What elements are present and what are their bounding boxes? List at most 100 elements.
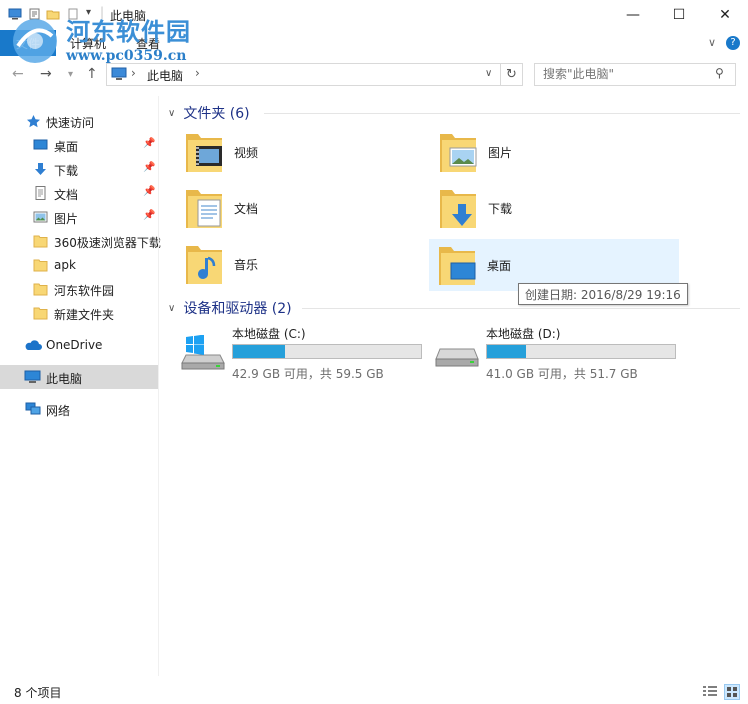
sidebar-label-quick-access: 快速访问 <box>46 116 95 130</box>
folder-label: 视频 <box>234 146 259 160</box>
folder-label: 音乐 <box>234 258 259 272</box>
minimize-button[interactable]: — <box>610 0 656 30</box>
back-button[interactable]: ← <box>12 66 24 82</box>
sidebar-item-documents[interactable]: 文档 📌 <box>0 182 158 204</box>
address-crumb[interactable]: 此电脑 <box>147 67 183 84</box>
folder-label: 桌面 <box>487 259 512 273</box>
folder-tile-pictures[interactable]: 图片 <box>430 126 680 178</box>
address-bar[interactable]: › 此电脑 › ∨ <box>106 63 501 86</box>
title-bar: ▾ | 此电脑 — ☐ ✕ <box>0 0 748 30</box>
forward-button[interactable]: → <box>40 66 52 82</box>
drive-name: 本地磁盘 (C:) <box>232 327 306 341</box>
ribbon-tabs: 文件 计算机 查看 ∨ ? <box>0 30 748 56</box>
music-folder-icon <box>186 246 222 284</box>
download-icon <box>35 163 46 175</box>
network-icon <box>25 402 41 415</box>
search-input[interactable] <box>541 66 715 82</box>
drive-usage-bar <box>232 344 422 359</box>
sidebar-item-folder[interactable]: 河东软件园 <box>0 278 158 300</box>
sidebar-item-pictures[interactable]: 图片 📌 <box>0 206 158 228</box>
drive-name: 本地磁盘 (D:) <box>486 327 561 341</box>
address-dropdown-icon[interactable]: ∨ <box>485 68 492 79</box>
close-button[interactable]: ✕ <box>702 0 748 30</box>
folder-label: 下载 <box>488 202 513 216</box>
properties-icon[interactable] <box>28 8 42 20</box>
sidebar-item-network[interactable]: 网络 <box>0 398 158 420</box>
sidebar-item-downloads[interactable]: 下载 📌 <box>0 158 158 180</box>
sidebar-item-quick-access[interactable]: 快速访问 <box>0 110 158 132</box>
document-small-icon[interactable] <box>66 8 80 20</box>
sidebar-item-desktop[interactable]: 桌面 📌 <box>0 134 158 156</box>
address-separator-trailing[interactable]: › <box>195 66 200 80</box>
sidebar-label: 此电脑 <box>46 372 83 386</box>
new-folder-icon[interactable] <box>46 8 60 20</box>
pin-icon[interactable]: 📌 <box>143 210 155 221</box>
help-icon[interactable]: ? <box>726 36 740 50</box>
folder-tile-documents[interactable]: 文档 <box>176 182 426 234</box>
document-folder-icon <box>186 190 222 228</box>
folders-group-header[interactable]: ∨ 文件夹 (6) <box>168 103 250 123</box>
sidebar-label: OneDrive <box>46 338 103 352</box>
tab-file[interactable]: 文件 <box>0 30 56 56</box>
star-icon <box>27 115 40 128</box>
tab-view[interactable]: 查看 <box>136 35 160 52</box>
folder-tile-downloads[interactable]: 下载 <box>430 182 680 234</box>
sidebar-label: 360极速浏览器下载 <box>54 236 161 250</box>
sidebar-item-folder[interactable]: apk <box>0 254 158 276</box>
picture-folder-icon <box>440 134 477 172</box>
navigation-pane: 快速访问 桌面 📌 下载 📌 文档 📌 图片 📌 360极速浏览器下载 apk … <box>0 96 161 676</box>
pin-icon[interactable]: 📌 <box>143 162 155 173</box>
drive-space: 41.0 GB 可用，共 51.7 GB <box>486 367 638 381</box>
recent-locations-icon[interactable]: ▾ <box>68 69 73 80</box>
sidebar-item-folder[interactable]: 新建文件夹 <box>0 302 158 324</box>
folder-label: 文档 <box>234 202 259 216</box>
drive-space: 42.9 GB 可用，共 59.5 GB <box>232 367 384 381</box>
drive-usage-fill <box>487 345 526 358</box>
drives-group-header[interactable]: ∨ 设备和驱动器 (2) <box>168 298 292 318</box>
search-icon[interactable]: ⚲ <box>715 66 724 80</box>
maximize-button[interactable]: ☐ <box>656 0 702 30</box>
sidebar-item-onedrive[interactable]: OneDrive <box>0 334 158 356</box>
tooltip: 创建日期: 2016/8/29 19:16 <box>518 283 688 305</box>
computer-icon <box>8 8 22 20</box>
folder-icon <box>33 307 48 320</box>
folder-icon <box>33 259 48 272</box>
ribbon-collapse-icon[interactable]: ∨ <box>708 36 716 49</box>
sidebar-label: 河东软件园 <box>54 284 115 298</box>
group-title: 文件夹 (6) <box>183 106 250 122</box>
sidebar-item-this-pc[interactable]: 此电脑 <box>0 365 158 389</box>
pin-icon[interactable]: 📌 <box>143 138 155 149</box>
group-title: 设备和驱动器 (2) <box>183 301 292 317</box>
group-divider <box>302 308 740 309</box>
drive-tile-c[interactable]: 本地磁盘 (C:) 42.9 GB 可用，共 59.5 GB <box>178 325 428 385</box>
title-separator: | <box>100 5 105 19</box>
search-box[interactable]: ⚲ <box>534 63 736 86</box>
video-folder-icon <box>186 134 222 172</box>
address-separator: › <box>131 66 136 80</box>
folder-tile-music[interactable]: 音乐 <box>176 238 426 290</box>
sidebar-item-folder[interactable]: 360极速浏览器下载 <box>0 230 161 252</box>
sidebar-label: 图片 <box>54 212 79 226</box>
chevron-down-icon: ∨ <box>168 302 176 314</box>
pin-icon[interactable]: 📌 <box>143 186 155 197</box>
drive-tile-d[interactable]: 本地磁盘 (D:) 41.0 GB 可用，共 51.7 GB <box>432 325 682 385</box>
desktop-folder-icon <box>439 247 476 285</box>
sidebar-label: 下载 <box>54 164 79 178</box>
sidebar-label: 新建文件夹 <box>54 308 115 322</box>
folder-tile-videos[interactable]: 视频 <box>176 126 426 178</box>
sidebar-label: 文档 <box>54 188 79 202</box>
tab-computer[interactable]: 计算机 <box>70 35 106 52</box>
refresh-button[interactable]: ↻ <box>500 63 523 86</box>
download-folder-icon <box>440 190 476 228</box>
large-icons-view-icon[interactable] <box>724 684 740 700</box>
sidebar-label: 网络 <box>46 404 71 418</box>
up-button[interactable]: ↑ <box>86 66 98 82</box>
customize-quick-access-icon[interactable]: ▾ <box>86 7 91 18</box>
drive-usage-bar <box>486 344 676 359</box>
sidebar-label: 桌面 <box>54 140 79 154</box>
picture-icon <box>33 211 48 223</box>
pane-divider[interactable] <box>158 96 159 676</box>
status-bar: 8 个项目 <box>0 680 748 704</box>
drive-icon <box>435 348 479 367</box>
details-view-icon[interactable] <box>702 685 718 699</box>
